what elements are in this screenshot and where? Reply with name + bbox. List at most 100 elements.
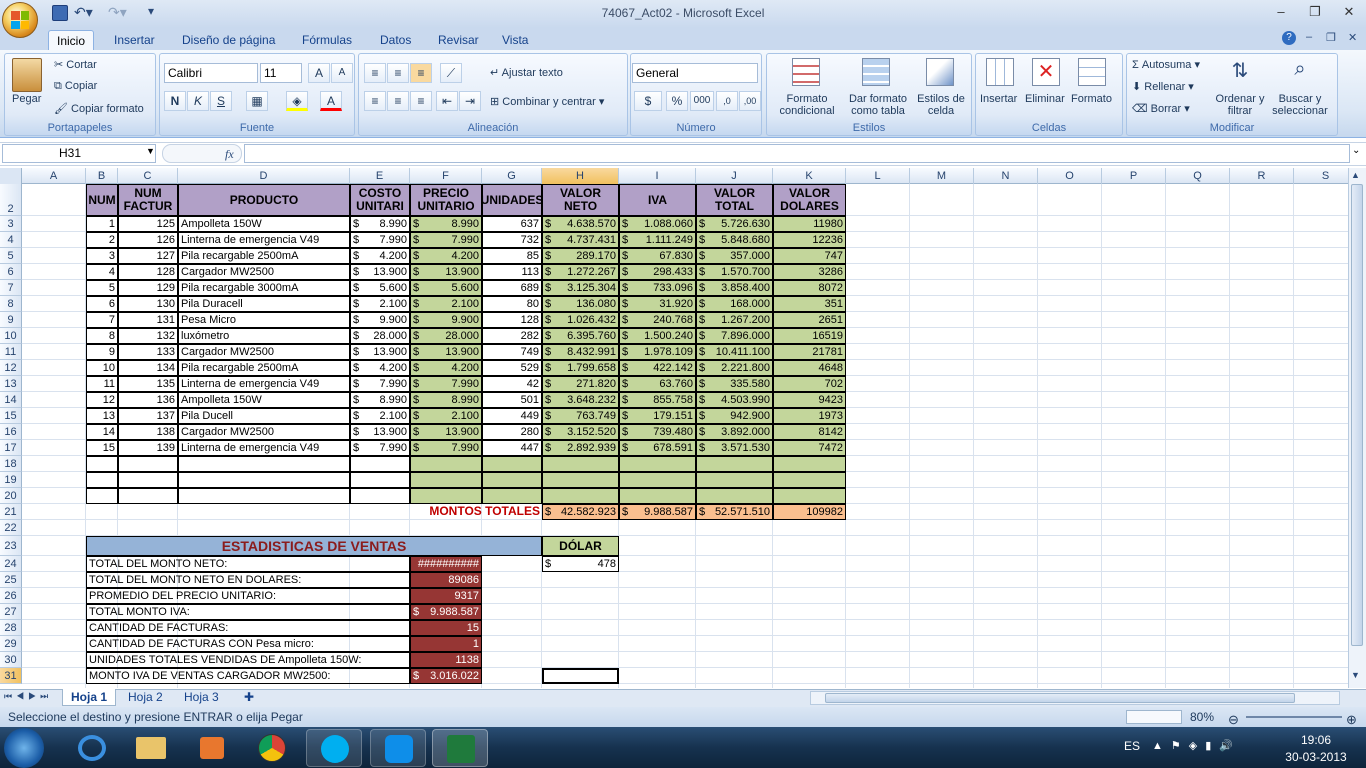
cell-num[interactable]: 8 (86, 328, 118, 344)
row-header-30[interactable]: 30 (0, 652, 22, 668)
row-header-3[interactable]: 3 (0, 216, 22, 232)
cell-empty[interactable] (118, 472, 178, 488)
format-cells-icon[interactable] (1078, 58, 1106, 86)
cell-costo[interactable]: $9.900 (350, 312, 410, 328)
cell-costo[interactable]: $28.000 (350, 328, 410, 344)
cell-costo[interactable]: $7.990 (350, 232, 410, 248)
cell-dolares[interactable]: 702 (773, 376, 846, 392)
conditional-format-icon[interactable] (792, 58, 820, 86)
cell-neto[interactable]: $136.080 (542, 296, 619, 312)
cell-dolares[interactable]: 1973 (773, 408, 846, 424)
row-header-5[interactable]: 5 (0, 248, 22, 264)
cell-producto[interactable]: Pila recargable 2500mA (178, 248, 350, 264)
formula-input[interactable] (244, 144, 1350, 163)
align-left-icon[interactable]: ≡ (364, 91, 386, 111)
row-header-15[interactable]: 15 (0, 408, 22, 424)
cell-precio[interactable]: $2.100 (410, 408, 482, 424)
shrink-font-icon[interactable]: A (331, 63, 353, 83)
cell-precio[interactable]: $4.200 (410, 248, 482, 264)
stats-value[interactable]: 9317 (410, 588, 482, 604)
cell-empty[interactable] (696, 456, 773, 472)
borders-icon[interactable]: ▦ (246, 91, 268, 111)
autosum-button[interactable]: Σ Autosuma ▾ (1132, 58, 1200, 71)
cell-dolares[interactable]: 11980 (773, 216, 846, 232)
cell-empty[interactable] (773, 472, 846, 488)
cell-empty[interactable] (350, 488, 410, 504)
format-as-table-button[interactable]: Dar formato como tabla (845, 93, 911, 117)
header-c[interactable]: NUM FACTUR (118, 184, 178, 216)
cell-precio[interactable]: $13.900 (410, 344, 482, 360)
cell-empty[interactable] (696, 472, 773, 488)
thousands-button[interactable]: 000 (690, 91, 714, 111)
cell-unidades[interactable]: 447 (482, 440, 542, 456)
row-header-27[interactable]: 27 (0, 604, 22, 620)
cell-factura[interactable]: 132 (118, 328, 178, 344)
row-header-12[interactable]: 12 (0, 360, 22, 376)
column-header-k[interactable]: K (773, 168, 846, 184)
header-k[interactable]: VALOR DOLARES (773, 184, 846, 216)
cell-factura[interactable]: 139 (118, 440, 178, 456)
cell-producto[interactable]: Pila Ducell (178, 408, 350, 424)
row-header-17[interactable]: 17 (0, 440, 22, 456)
row-header-10[interactable]: 10 (0, 328, 22, 344)
header-h[interactable]: VALOR NETO (542, 184, 619, 216)
insert-cells-button[interactable]: Insertar (980, 93, 1017, 105)
align-center-icon[interactable]: ≡ (387, 91, 409, 111)
cell-neto[interactable]: $3.125.304 (542, 280, 619, 296)
cell-total[interactable]: $942.900 (696, 408, 773, 424)
row-header-21[interactable]: 21 (0, 504, 22, 520)
cell-precio[interactable]: $13.900 (410, 424, 482, 440)
paste-icon[interactable] (12, 58, 42, 92)
cell-costo[interactable]: $8.990 (350, 392, 410, 408)
teamviewer-icon[interactable] (370, 729, 426, 767)
horizontal-scrollbar[interactable] (810, 691, 1340, 705)
cell-empty[interactable] (619, 472, 696, 488)
cell-costo[interactable]: $2.100 (350, 408, 410, 424)
cell-factura[interactable]: 126 (118, 232, 178, 248)
currency-button[interactable]: $ (634, 91, 662, 111)
cell-producto[interactable]: luxómetro (178, 328, 350, 344)
insert-cells-icon[interactable] (986, 58, 1014, 86)
cell-factura[interactable]: 128 (118, 264, 178, 280)
cell-empty[interactable] (773, 456, 846, 472)
cell-unidades[interactable]: 80 (482, 296, 542, 312)
name-box[interactable]: H31 (2, 144, 156, 163)
cell-costo[interactable]: $5.600 (350, 280, 410, 296)
cell-num[interactable]: 12 (86, 392, 118, 408)
cell-neto[interactable]: $271.820 (542, 376, 619, 392)
merge-center-button[interactable]: ⊞ Combinar y centrar ▾ (490, 95, 604, 108)
cell-precio[interactable]: $4.200 (410, 360, 482, 376)
ribbon-restore-icon[interactable]: ❐ (1326, 31, 1336, 44)
internet-explorer-icon[interactable] (64, 729, 120, 767)
stats-value[interactable]: 1138 (410, 652, 482, 668)
cell-total[interactable]: $168.000 (696, 296, 773, 312)
cell-iva[interactable]: $31.920 (619, 296, 696, 312)
row-header-8[interactable]: 8 (0, 296, 22, 312)
cell-iva[interactable]: $179.151 (619, 408, 696, 424)
select-all-corner[interactable] (0, 168, 22, 184)
cell-precio[interactable]: $9.900 (410, 312, 482, 328)
cell-dolares[interactable]: 16519 (773, 328, 846, 344)
skype-icon[interactable] (306, 729, 362, 767)
cell-neto[interactable]: $763.749 (542, 408, 619, 424)
cell-factura[interactable]: 127 (118, 248, 178, 264)
selected-cell-h31[interactable] (542, 668, 619, 684)
cell-unidades[interactable]: 128 (482, 312, 542, 328)
cell-factura[interactable]: 136 (118, 392, 178, 408)
cell-iva[interactable]: $678.591 (619, 440, 696, 456)
tab-revisar[interactable]: Revisar (430, 30, 487, 50)
underline-button[interactable]: S (210, 91, 232, 111)
column-header-f[interactable]: F (410, 168, 482, 184)
cell-total[interactable]: $3.571.530 (696, 440, 773, 456)
stats-label[interactable]: TOTAL DEL MONTO NETO EN DOLARES: (86, 572, 410, 588)
cell-empty[interactable] (410, 472, 482, 488)
sheet-tab-hoja2[interactable]: Hoja 2 (120, 689, 171, 706)
delete-cells-icon[interactable]: ✕ (1032, 58, 1060, 86)
cell-factura[interactable]: 137 (118, 408, 178, 424)
cell-dolares[interactable]: 8142 (773, 424, 846, 440)
total-neto[interactable]: $42.582.923 (542, 504, 619, 520)
cell-iva[interactable]: $422.142 (619, 360, 696, 376)
cell-dolares[interactable]: 2651 (773, 312, 846, 328)
tab-diseno-pagina[interactable]: Diseño de página (174, 30, 283, 50)
cell-factura[interactable]: 129 (118, 280, 178, 296)
